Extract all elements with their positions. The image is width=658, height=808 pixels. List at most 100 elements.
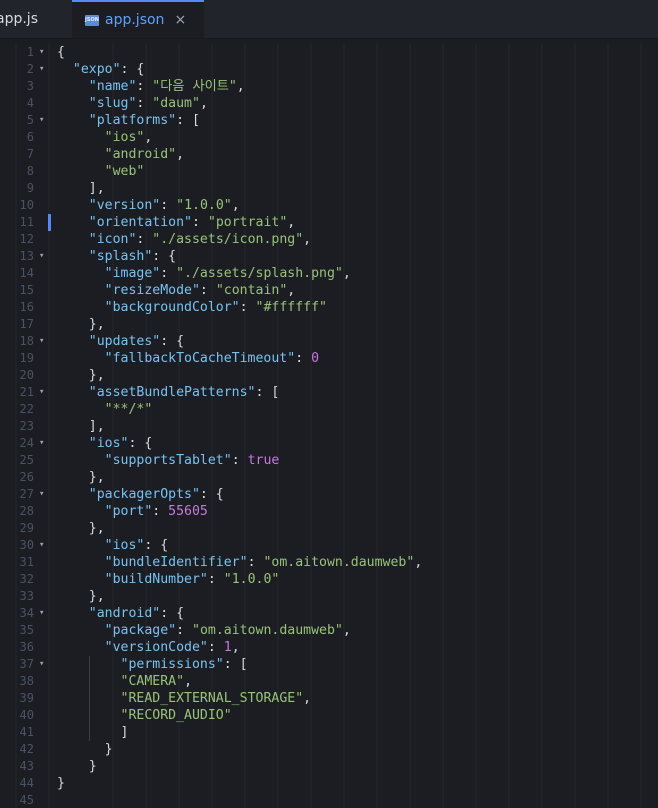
code-line[interactable]: 1 ▾ { (0, 44, 658, 61)
line-number: 20 (19, 368, 34, 382)
code-line[interactable]: 23 ], (0, 418, 658, 435)
code-line[interactable]: 14 "image": "./assets/splash.png", (0, 265, 658, 282)
line-number: 9 (26, 181, 34, 195)
code-line[interactable]: 35 "package": "om.aitown.daumweb", (0, 622, 658, 639)
fold-arrow-icon[interactable]: ▾ (39, 656, 44, 673)
line-number: 29 (19, 521, 34, 535)
code-line[interactable]: 29 }, (0, 520, 658, 537)
code-line[interactable]: 42 } (0, 741, 658, 758)
fold-arrow-icon[interactable]: ▾ (39, 248, 44, 265)
line-number: 12 (19, 232, 34, 246)
code-line[interactable]: 40 "RECORD_AUDIO" (0, 707, 658, 724)
code-line[interactable]: 24 ▾ "ios": { (0, 435, 658, 452)
code-line[interactable]: 8 "web" (0, 163, 658, 180)
code-line[interactable]: 7 "android", (0, 146, 658, 163)
code-line[interactable]: 20 }, (0, 367, 658, 384)
line-number: 44 (19, 776, 34, 790)
line-number: 5 (26, 113, 34, 127)
code-token: true (247, 453, 280, 468)
code-line[interactable]: 39 "READ_EXTERNAL_STORAGE", (0, 690, 658, 707)
code-line[interactable]: 9 ], (0, 180, 658, 197)
code-line[interactable]: 5 ▾ "platforms": [ (0, 112, 658, 129)
code-line[interactable]: 32 "buildNumber": "1.0.0" (0, 571, 658, 588)
code-line[interactable]: 28 "port": 55605 (0, 503, 658, 520)
tab-label: app.js (0, 11, 38, 27)
code-line[interactable]: 33 }, (0, 588, 658, 605)
code-line[interactable]: 13 ▾ "splash": { (0, 248, 658, 265)
fold-arrow-icon[interactable]: ▾ (39, 435, 44, 452)
code-line[interactable]: 3 "name": "다음 사이트", (0, 78, 658, 95)
code-line[interactable]: 19 "fallbackToCacheTimeout": 0 (0, 350, 658, 367)
code-line[interactable]: 12 "icon": "./assets/icon.png", (0, 231, 658, 248)
code-token: "om.aitown.daumweb" (192, 623, 343, 638)
code-line[interactable]: 25 "supportsTablet": true (0, 452, 658, 469)
tab-app-json[interactable]: JSON app.json × (72, 0, 204, 38)
close-icon[interactable]: × (174, 12, 186, 28)
line-number: 18 (19, 334, 34, 348)
fold-arrow-icon[interactable]: ▾ (39, 384, 44, 401)
code-line[interactable]: 18 ▾ "updates": { (0, 333, 658, 350)
code-line[interactable]: 16 "backgroundColor": "#ffffff" (0, 299, 658, 316)
tab-app-js[interactable]: app.js (0, 0, 64, 38)
code-line[interactable]: 21 ▾ "assetBundlePatterns": [ (0, 384, 658, 401)
code-area[interactable]: 1 ▾{2 ▾ "expo": {3 "name": "다음 사이트", 4 "slu… (0, 44, 658, 808)
code-text: "ios": { (57, 537, 169, 554)
code-line[interactable]: 37 ▾ "permissions": [ (0, 656, 658, 673)
code-line[interactable]: 45 (0, 792, 658, 808)
fold-arrow-icon[interactable]: ▾ (39, 61, 44, 78)
code-text: } (57, 758, 97, 775)
fold-arrow-icon[interactable]: ▾ (39, 605, 44, 622)
line-number: 3 (26, 79, 34, 93)
code-line[interactable]: 10 "version": "1.0.0", (0, 197, 658, 214)
code-line[interactable]: 26 }, (0, 469, 658, 486)
code-token: "versionCode" (104, 640, 208, 655)
code-line[interactable]: 36 "versionCode": 1, (0, 639, 658, 656)
fold-arrow-icon[interactable]: ▾ (39, 333, 44, 350)
code-token: : (160, 198, 177, 213)
code-line[interactable]: 4 "slug": "daum", (0, 95, 658, 112)
code-line[interactable]: 11 "orientation": "portrait", (0, 214, 658, 231)
code-token: : (231, 453, 248, 468)
code-line[interactable]: 6 "ios", (0, 129, 658, 146)
fold-arrow-icon[interactable]: ▾ (39, 112, 44, 129)
fold-arrow-icon[interactable]: ▾ (39, 537, 44, 554)
fold-arrow-icon[interactable]: ▾ (39, 44, 44, 61)
code-line[interactable]: 43 } (0, 758, 658, 775)
code-line[interactable]: 27 ▾ "packagerOpts": { (0, 486, 658, 503)
code-line[interactable]: 2 ▾ "expo": { (0, 61, 658, 78)
code-token: , (342, 266, 351, 281)
code-token: "supportsTablet" (104, 453, 232, 468)
code-line[interactable]: 22 "**/*" (0, 401, 658, 418)
code-token: "android" (104, 147, 177, 162)
line-number: 34 (19, 606, 34, 620)
code-token: "bundleIdentifier" (104, 555, 248, 570)
code-text: ] (57, 724, 129, 741)
tab-bar: app.js JSON app.json × (0, 0, 658, 39)
code-token: "updates" (88, 334, 161, 349)
fold-arrow-icon[interactable]: ▾ (39, 486, 44, 503)
code-line[interactable]: 41 ] (0, 724, 658, 741)
code-line[interactable]: 38 "CAMERA", (0, 673, 658, 690)
code-token: "buildNumber" (104, 572, 208, 587)
code-line[interactable]: 31 "bundleIdentifier": "om.aitown.daumwe… (0, 554, 658, 571)
code-line[interactable]: 17 }, (0, 316, 658, 333)
code-line[interactable]: 15 "resizeMode": "contain", (0, 282, 658, 299)
code-token: ] (57, 725, 129, 740)
line-number: 14 (19, 266, 34, 280)
code-line[interactable]: 44} (0, 775, 658, 792)
code-line[interactable]: 34 ▾ "android": { (0, 605, 658, 622)
code-line[interactable]: 30 ▾ "ios": { (0, 537, 658, 554)
line-number: 32 (19, 572, 34, 586)
code-token: "expo" (72, 62, 121, 77)
line-number: 33 (19, 589, 34, 603)
